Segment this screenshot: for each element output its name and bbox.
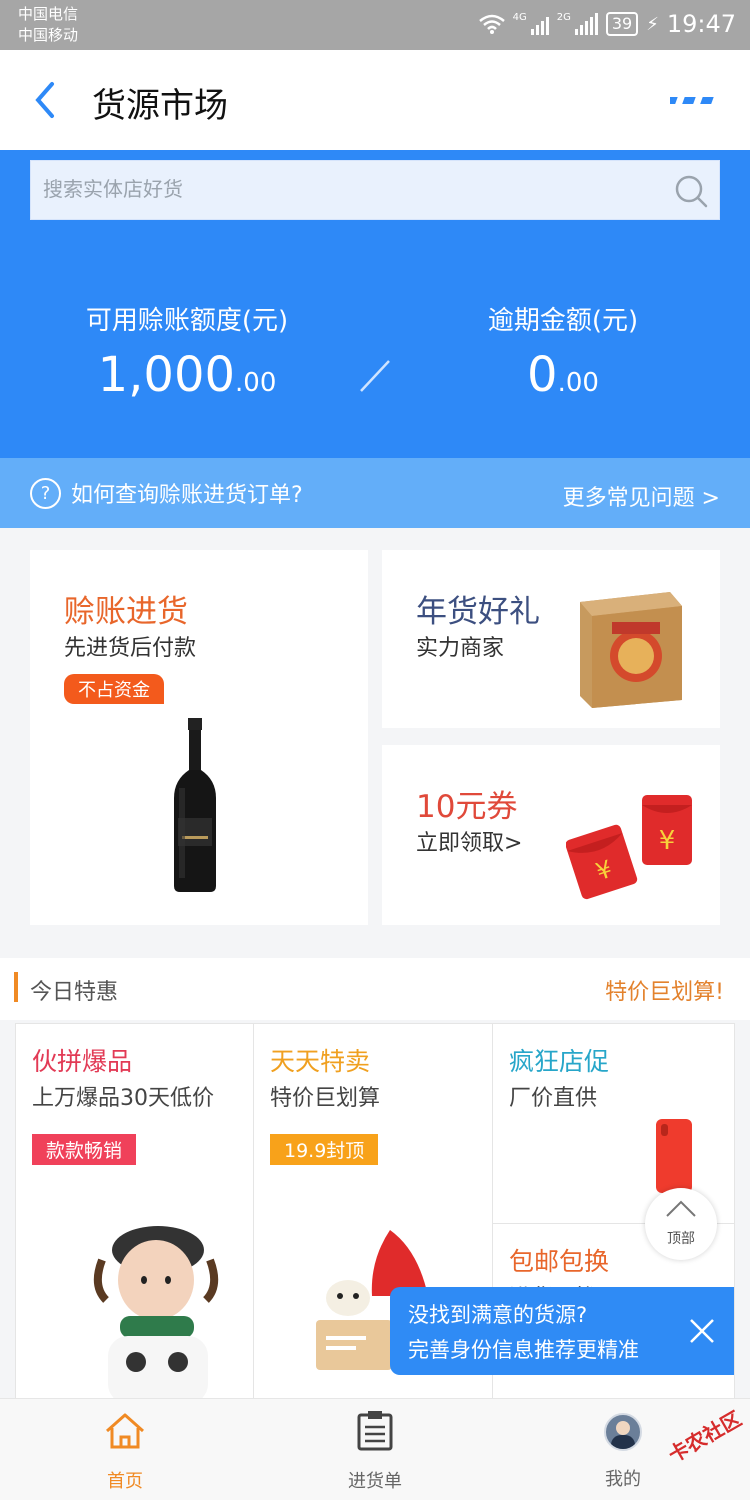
faq-more-link[interactable]: 更多常见问题 > bbox=[563, 480, 720, 512]
back-to-top-label: 顶部 bbox=[667, 1231, 695, 1247]
nav-bar: 货源市场 bbox=[0, 50, 750, 150]
profile-prompt-banner[interactable]: 没找到满意的货源? 完善身份信息推荐更精准 bbox=[390, 1287, 734, 1375]
phone-case-image bbox=[656, 1119, 692, 1193]
gift-box-image bbox=[580, 592, 682, 708]
new-year-gift-card[interactable]: 年货好礼 实力商家 bbox=[382, 550, 720, 728]
tab-purchase-list-label: 进货单 bbox=[348, 1471, 402, 1492]
overdue-amount-dec: .00 bbox=[557, 368, 599, 398]
group-buy-cell[interactable]: 伙拼爆品 上万爆品30天低价 款款畅销 bbox=[15, 1023, 254, 1403]
daily-sale-sub: 特价巨划算 bbox=[270, 1086, 381, 1111]
avatar bbox=[604, 1413, 642, 1451]
carrier-info: 中国电信 中国移动 bbox=[18, 4, 78, 46]
credit-purchase-card[interactable]: 赊账进货 先进货后付款 不占资金 bbox=[30, 550, 368, 925]
divider-slash bbox=[360, 360, 390, 392]
credit-purchase-tag: 不占资金 bbox=[64, 674, 164, 704]
more-menu-button[interactable] bbox=[670, 88, 716, 112]
new-year-gift-title: 年货好礼 bbox=[416, 594, 540, 630]
credit-purchase-sub: 先进货后付款 bbox=[64, 636, 197, 661]
clock: 19:47 bbox=[666, 10, 736, 38]
tab-home-label: 首页 bbox=[107, 1471, 143, 1492]
search-icon[interactable] bbox=[673, 173, 709, 209]
coupon-title: 10元券 bbox=[416, 789, 518, 825]
store-promo-title: 疯狂店促 bbox=[509, 1047, 610, 1076]
home-icon bbox=[106, 1413, 144, 1449]
search-input[interactable] bbox=[31, 161, 651, 219]
today-deals-header: 今日特惠 特价巨划算! bbox=[0, 958, 750, 1020]
tab-purchase-list[interactable]: 进货单 bbox=[315, 1409, 435, 1493]
group-buy-title: 伙拼爆品 bbox=[32, 1047, 133, 1076]
credit-hero: 可用赊账额度(元) 1,000.00 逾期金额(元) 0.00 bbox=[0, 150, 750, 458]
status-bar: 中国电信 中国移动 4G 2G 39 ⚡ 19:47 bbox=[0, 0, 750, 50]
page-title: 货源市场 bbox=[92, 86, 228, 126]
signal-2g-icon: 2G bbox=[557, 13, 598, 35]
profile-prompt-line2: 完善身份信息推荐更精准 bbox=[408, 1338, 639, 1362]
tab-home[interactable]: 首页 bbox=[65, 1409, 185, 1493]
bottom-tab-bar: 首页 进货单 我的 卡农社区 bbox=[0, 1398, 750, 1500]
overdue-amount-int: 0 bbox=[527, 347, 558, 403]
red-envelope-icon: ¥ ¥ bbox=[566, 795, 692, 900]
group-buy-sub: 上万爆品30天低价 bbox=[32, 1086, 214, 1111]
wine-bottle-image bbox=[174, 718, 216, 892]
today-deals-more-link[interactable]: 特价巨划算! bbox=[605, 974, 724, 1006]
battery-level: 39 bbox=[605, 12, 639, 36]
section-marker bbox=[14, 972, 18, 1002]
search-bar[interactable] bbox=[30, 160, 720, 220]
daily-sale-title: 天天特卖 bbox=[270, 1047, 371, 1076]
wifi-icon bbox=[478, 14, 505, 34]
tab-mine[interactable]: 我的 bbox=[563, 1409, 683, 1491]
faq-bar: ? 如何查询赊账进货订单? 更多常见问题 > bbox=[0, 458, 750, 528]
available-credit-value: 1,000.00 bbox=[22, 347, 352, 403]
free-shipping-title: 包邮包换 bbox=[509, 1247, 610, 1276]
overdue-amount-value: 0.00 bbox=[398, 347, 728, 403]
profile-prompt-line1: 没找到满意的货源? bbox=[408, 1303, 588, 1327]
child-photo-image bbox=[93, 1226, 219, 1402]
charging-icon: ⚡ bbox=[646, 13, 659, 35]
coupon-card[interactable]: 10元券 立即领取> ¥ ¥ bbox=[382, 745, 720, 925]
back-to-top-button[interactable]: 顶部 bbox=[645, 1188, 717, 1260]
today-deals-title: 今日特惠 bbox=[30, 980, 119, 1005]
close-icon[interactable] bbox=[688, 1317, 716, 1345]
new-year-gift-sub: 实力商家 bbox=[416, 636, 505, 661]
available-credit: 可用赊账额度(元) 1,000.00 bbox=[22, 300, 352, 403]
available-credit-dec: .00 bbox=[235, 368, 277, 398]
signal-4g-icon: 4G bbox=[513, 13, 549, 35]
coupon-sub: 立即领取> bbox=[416, 831, 523, 856]
carrier-1: 中国电信 bbox=[18, 5, 79, 23]
daily-sale-tag: 19.9封顶 bbox=[270, 1134, 379, 1165]
svg-text:¥: ¥ bbox=[659, 826, 676, 856]
chevron-up-icon bbox=[666, 1200, 696, 1217]
overdue-amount-label: 逾期金额(元) bbox=[487, 306, 639, 336]
available-credit-label: 可用赊账额度(元) bbox=[85, 306, 289, 336]
status-icons: 4G 2G 39 ⚡ 19:47 bbox=[478, 10, 736, 38]
faq-question: 如何查询赊账进货订单? bbox=[71, 483, 303, 508]
back-button[interactable] bbox=[24, 76, 68, 124]
group-buy-tag: 款款畅销 bbox=[32, 1134, 137, 1165]
store-promo-sub: 厂价直供 bbox=[509, 1086, 598, 1111]
carrier-2: 中国移动 bbox=[18, 26, 79, 44]
question-icon: ? bbox=[30, 477, 61, 509]
credit-purchase-title: 赊账进货 bbox=[64, 594, 188, 630]
available-credit-int: 1,000 bbox=[97, 347, 236, 403]
overdue-amount: 逾期金额(元) 0.00 bbox=[398, 300, 728, 403]
tab-mine-label: 我的 bbox=[605, 1469, 641, 1490]
clipboard-icon bbox=[357, 1411, 393, 1451]
faq-question-link[interactable]: ? 如何查询赊账进货订单? bbox=[30, 477, 303, 509]
